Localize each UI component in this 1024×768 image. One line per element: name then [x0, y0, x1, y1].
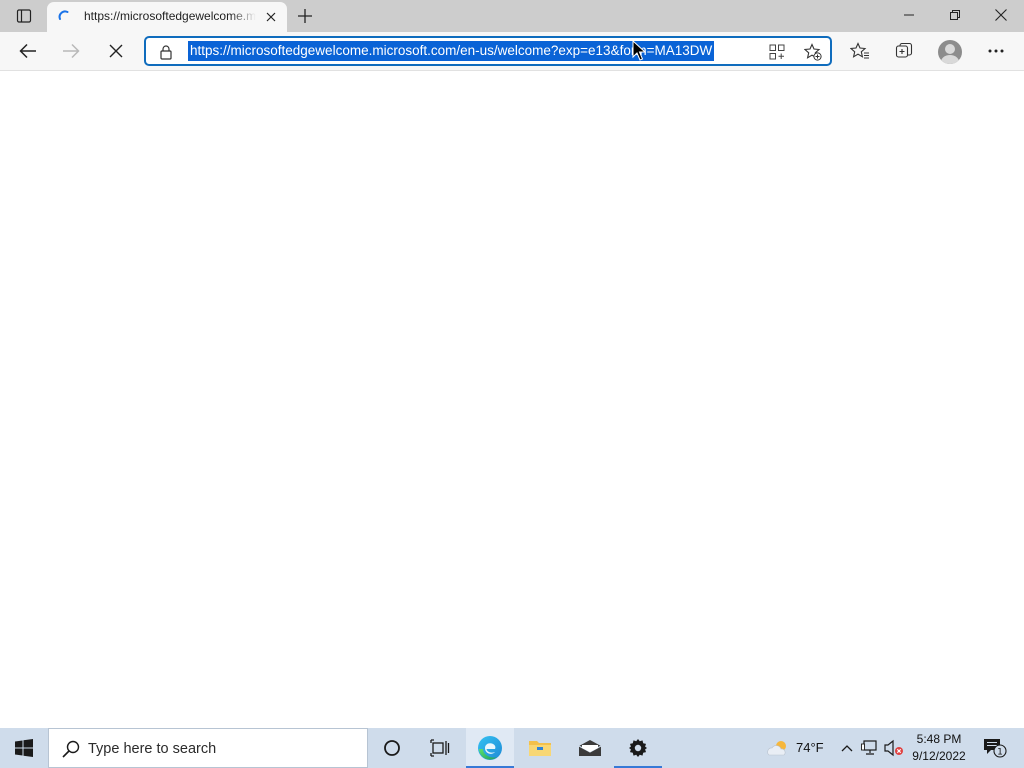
- lock-icon[interactable]: [158, 44, 174, 60]
- clock-time: 5:48 PM: [916, 732, 962, 746]
- clock-date: 9/12/2022: [912, 749, 966, 763]
- file-explorer-icon[interactable]: [516, 728, 564, 768]
- back-icon[interactable]: [12, 36, 44, 66]
- page-content[interactable]: [0, 72, 1024, 728]
- new-tab-icon[interactable]: [292, 4, 318, 28]
- spinner-icon: [58, 10, 69, 20]
- notification-count: 1: [997, 748, 1003, 758]
- weather-icon[interactable]: [766, 738, 790, 758]
- add-favorite-icon[interactable]: [801, 41, 825, 63]
- settings-icon[interactable]: [614, 728, 662, 768]
- tab-actions-icon[interactable]: [8, 4, 40, 28]
- favorites-icon[interactable]: [844, 36, 876, 66]
- search-icon: [62, 740, 80, 758]
- minimize-icon[interactable]: [886, 0, 932, 30]
- system-clock[interactable]: 5:48 PM 9/12/2022: [906, 731, 972, 765]
- chevron-up-icon[interactable]: [837, 738, 857, 758]
- app-available-icon[interactable]: [765, 41, 789, 63]
- profile-icon[interactable]: [938, 40, 962, 64]
- network-icon[interactable]: [860, 738, 880, 758]
- stop-icon[interactable]: [100, 36, 132, 66]
- search-placeholder: Type here to search: [88, 741, 217, 757]
- mouse-cursor-icon: [632, 40, 647, 61]
- close-tab-icon[interactable]: [262, 8, 280, 26]
- task-view-icon[interactable]: [416, 728, 464, 768]
- restore-icon[interactable]: [932, 0, 978, 30]
- start-icon[interactable]: [0, 728, 48, 768]
- taskbar: Type here to search 74°F 5:48 PM 9/12/20…: [0, 728, 1024, 768]
- settings-more-icon[interactable]: [980, 36, 1012, 66]
- browser-toolbar: https://microsoftedgewelcome.microsoft.c…: [0, 32, 1024, 71]
- forward-icon[interactable]: [55, 36, 87, 66]
- edge-icon[interactable]: [466, 728, 514, 768]
- cortana-icon[interactable]: [368, 728, 416, 768]
- active-tab[interactable]: https://microsoftedgewelcome.microsoft.c…: [47, 2, 287, 32]
- volume-muted-icon[interactable]: [884, 738, 904, 758]
- tab-title: https://microsoftedgewelcome.microsoft.c…: [84, 9, 256, 23]
- collections-icon[interactable]: [888, 36, 920, 66]
- close-window-icon[interactable]: [978, 0, 1024, 30]
- weather-temperature[interactable]: 74°F: [796, 740, 824, 755]
- tab-strip: https://microsoftedgewelcome.microsoft.c…: [0, 0, 1024, 32]
- address-bar[interactable]: https://microsoftedgewelcome.microsoft.c…: [144, 36, 832, 66]
- mail-icon[interactable]: [566, 728, 614, 768]
- taskbar-search[interactable]: Type here to search: [48, 728, 368, 768]
- notifications-icon[interactable]: 1: [982, 738, 1010, 758]
